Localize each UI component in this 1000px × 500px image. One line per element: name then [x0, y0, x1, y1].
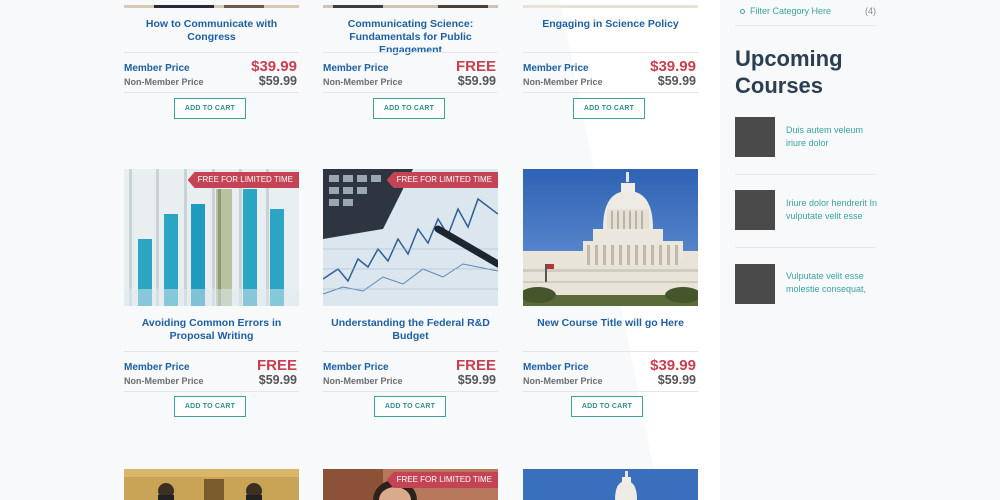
divider: [323, 92, 498, 93]
add-to-cart-button[interactable]: ADD TO CART: [373, 98, 445, 119]
non-member-price-row: Non-Member Price $59.99: [124, 373, 299, 389]
limited-time-ribbon: FREE FOR LIMITED TIME: [386, 472, 498, 488]
add-to-cart-button[interactable]: ADD TO CART: [174, 98, 246, 119]
non-member-price-value: $59.99: [258, 74, 297, 88]
course-link[interactable]: Vulputate velit esse molestie consequat,: [786, 270, 878, 296]
non-member-price-row: Non-Member Price $59.99: [323, 74, 498, 90]
divider: [523, 92, 698, 93]
non-member-price-label: Non-Member Price: [124, 376, 204, 386]
non-member-price-row: Non-Member Price $59.99: [323, 373, 498, 389]
non-member-price-label: Non-Member Price: [323, 77, 403, 87]
non-member-price-label: Non-Member Price: [523, 376, 603, 386]
upcoming-courses-heading: Upcoming Courses: [735, 46, 843, 98]
product-thumbnail[interactable]: [523, 169, 698, 306]
course-link[interactable]: Duis autem veleum iriure dolor: [786, 124, 878, 150]
course-link[interactable]: Iriure dolor hendrerit In vulputate veli…: [786, 197, 878, 223]
divider: [523, 391, 698, 392]
member-price-value: $39.99: [650, 357, 696, 374]
non-member-price-value: $59.99: [258, 373, 297, 387]
member-price-label: Member Price: [323, 63, 389, 74]
member-price-value: FREE: [455, 357, 496, 374]
add-to-cart-button[interactable]: ADD TO CART: [374, 396, 446, 417]
member-price-value: FREE: [256, 357, 297, 374]
divider: [735, 247, 875, 248]
product-title[interactable]: Engaging in Science Policy: [523, 18, 698, 31]
divider: [124, 391, 299, 392]
member-price-label: Member Price: [124, 63, 190, 74]
product-title[interactable]: New Course Title will go Here: [523, 317, 698, 330]
page: How to Communicate with Congress Member …: [0, 0, 1000, 500]
non-member-price-value: $59.99: [457, 74, 496, 88]
non-member-price-row: Non-Member Price $59.99: [124, 74, 299, 90]
course-thumbnail[interactable]: [735, 117, 775, 157]
add-to-cart-button[interactable]: ADD TO CART: [573, 98, 645, 119]
non-member-price-label: Non-Member Price: [323, 376, 403, 386]
divider: [323, 52, 498, 53]
divider: [124, 351, 299, 352]
product-thumbnail[interactable]: [323, 169, 498, 306]
non-member-price-label: Non-Member Price: [124, 77, 204, 87]
non-member-price-label: Non-Member Price: [523, 77, 603, 87]
non-member-price-row: Non-Member Price $59.99: [523, 74, 698, 90]
product-thumbnail[interactable]: [523, 469, 698, 500]
member-price-value: $39.99: [650, 58, 696, 75]
limited-time-ribbon: FREE FOR LIMITED TIME: [386, 172, 498, 188]
member-price-row: Member Price FREE: [323, 357, 498, 374]
divider: [124, 92, 299, 93]
product-title[interactable]: How to Communicate with Congress: [124, 18, 299, 44]
member-price-label: Member Price: [124, 362, 190, 373]
non-member-price-value: $59.99: [657, 373, 696, 387]
product-thumbnail[interactable]: [124, 169, 299, 306]
filter-category-label[interactable]: Filter Category Here: [750, 6, 831, 16]
bullet-icon: [740, 9, 745, 14]
member-price-value: FREE: [455, 58, 496, 75]
divider: [735, 25, 875, 26]
product-thumbnail[interactable]: [124, 0, 299, 8]
add-to-cart-button[interactable]: ADD TO CART: [571, 396, 643, 417]
member-price-label: Member Price: [323, 362, 389, 373]
product-thumbnail[interactable]: [124, 469, 299, 500]
product-thumbnail[interactable]: [323, 0, 498, 8]
filter-category-count: (4): [865, 6, 876, 16]
divider: [323, 391, 498, 392]
limited-time-ribbon: FREE FOR LIMITED TIME: [187, 172, 299, 188]
member-price-row: Member Price $39.99: [523, 357, 698, 374]
course-thumbnail[interactable]: [735, 264, 775, 304]
course-thumbnail[interactable]: [735, 190, 775, 230]
divider: [124, 52, 299, 53]
member-price-label: Member Price: [523, 362, 589, 373]
add-to-cart-button[interactable]: ADD TO CART: [174, 396, 246, 417]
divider: [523, 351, 698, 352]
divider: [323, 351, 498, 352]
non-member-price-value: $59.99: [457, 373, 496, 387]
member-price-value: $39.99: [251, 58, 297, 75]
product-title[interactable]: Understanding the Federal R&D Budget: [323, 317, 498, 343]
product-thumbnail[interactable]: [523, 0, 698, 8]
member-price-label: Member Price: [523, 63, 589, 74]
non-member-price-row: Non-Member Price $59.99: [523, 373, 698, 389]
filter-category-item[interactable]: Filter Category Here (4): [736, 5, 876, 19]
member-price-row: Member Price FREE: [323, 58, 498, 75]
divider: [523, 52, 698, 53]
member-price-row: Member Price $39.99: [124, 58, 299, 75]
member-price-row: Member Price $39.99: [523, 58, 698, 75]
product-title[interactable]: Avoiding Common Errors in Proposal Writi…: [124, 317, 299, 343]
divider: [735, 174, 875, 175]
non-member-price-value: $59.99: [657, 74, 696, 88]
member-price-row: Member Price FREE: [124, 357, 299, 374]
